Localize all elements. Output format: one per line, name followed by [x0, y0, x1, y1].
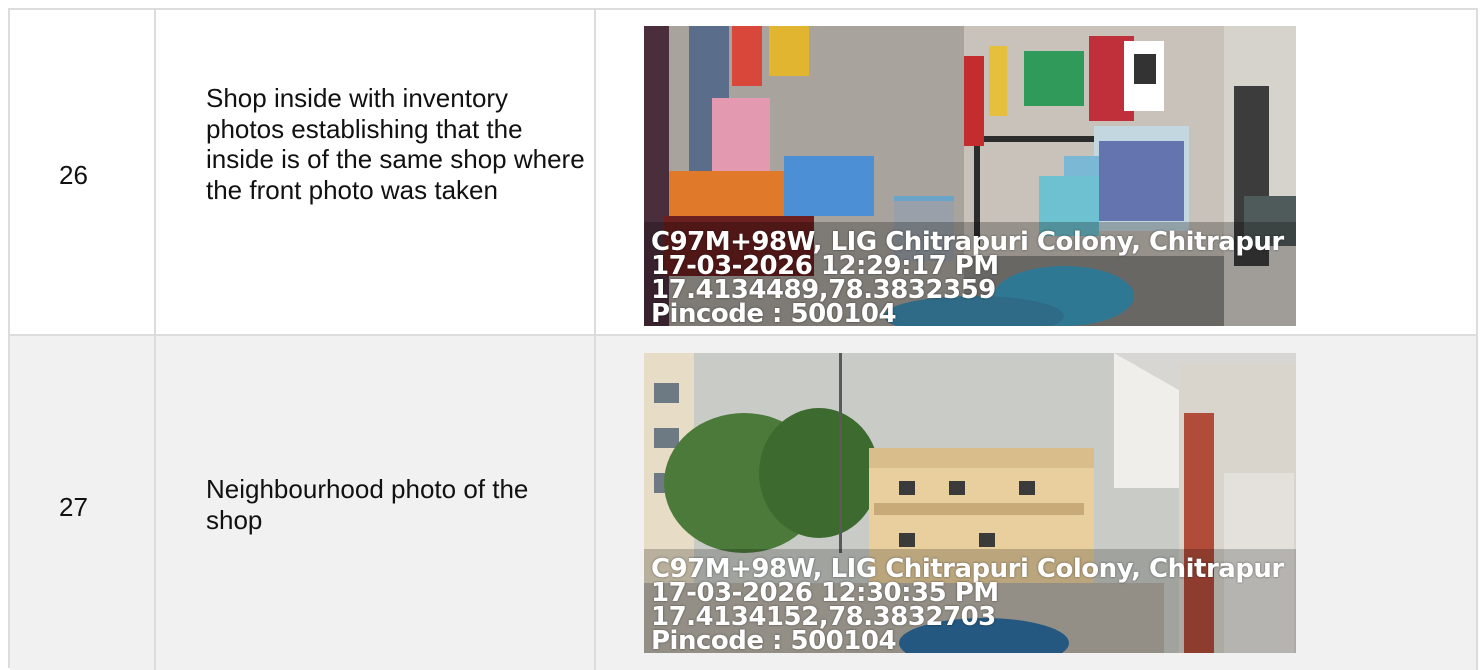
description-cell: Shop inside with inventory photos establ…	[156, 10, 596, 334]
neighbourhood-photo: C97M+98W, LIG Chitrapuri Colony, Chitrap…	[644, 353, 1296, 653]
photo-geo-stamp: C97M+98W, LIG Chitrapuri Colony, Chitrap…	[651, 229, 1284, 326]
serial-number: 27	[59, 492, 88, 522]
shop-inventory-photo: C97M+98W, LIG Chitrapuri Colony, Chitrap…	[644, 26, 1296, 326]
table-row: 26 Shop inside with inventory photos est…	[10, 10, 1478, 336]
stamp-pincode: Pincode : 500104	[651, 299, 897, 326]
document-table: 26 Shop inside with inventory photos est…	[8, 8, 1478, 670]
photo-cell: C97M+98W, LIG Chitrapuri Colony, Chitrap…	[596, 336, 1478, 670]
stamp-pincode: Pincode : 500104	[651, 626, 897, 653]
table-row: 27 Neighbourhood photo of the shop C97M+…	[10, 336, 1478, 670]
description-text: Neighbourhood photo of the shop	[206, 474, 529, 535]
photo-cell: C97M+98W, LIG Chitrapuri Colony, Chitrap…	[596, 10, 1478, 334]
serial-cell: 27	[10, 336, 156, 670]
photo-geo-stamp: C97M+98W, LIG Chitrapuri Colony, Chitrap…	[651, 556, 1284, 653]
serial-cell: 26	[10, 10, 156, 334]
description-text: Shop inside with inventory photos establ…	[206, 83, 585, 205]
serial-number: 26	[59, 160, 88, 190]
description-cell: Neighbourhood photo of the shop	[156, 336, 596, 670]
